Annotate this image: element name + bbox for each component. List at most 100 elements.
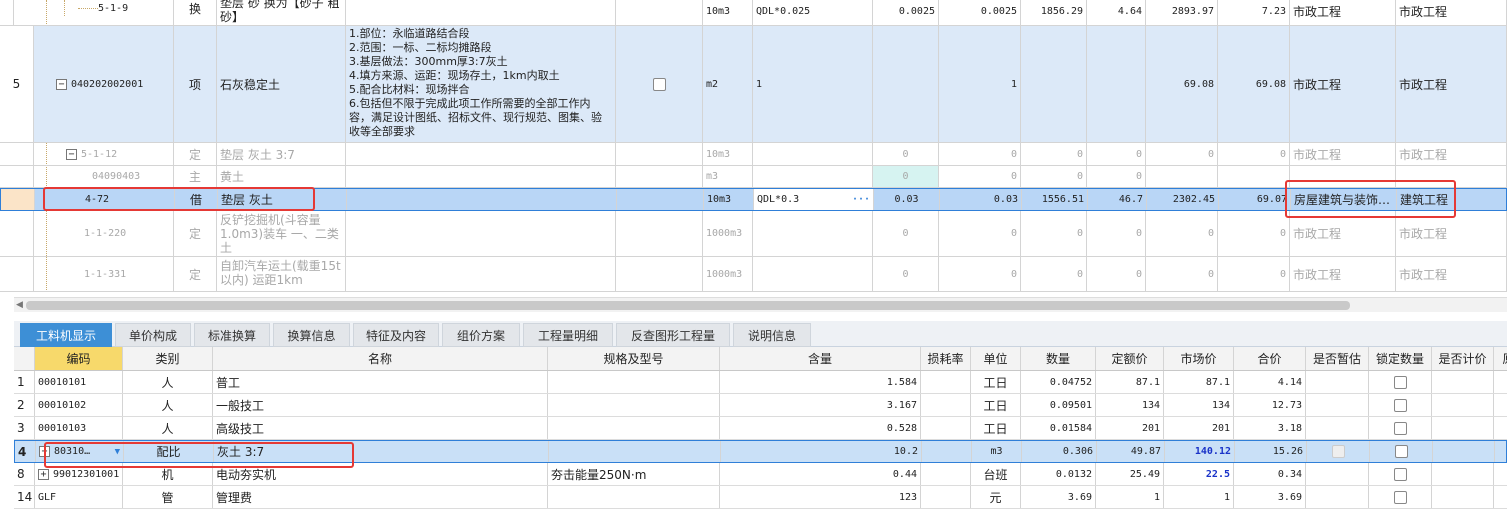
unit-cell[interactable]: 工日 xyxy=(971,371,1021,393)
lock-checkbox[interactable] xyxy=(1393,467,1407,481)
qty-expression-cell[interactable] xyxy=(753,257,873,291)
code-cell[interactable]: 04090403 xyxy=(34,166,174,187)
tab-pricing-scheme[interactable]: 组价方案 xyxy=(442,323,520,347)
lock-checkbox[interactable] xyxy=(1393,421,1407,435)
header-quota-price[interactable]: 定额价 xyxy=(1096,347,1164,370)
content-cell[interactable]: 1.584 xyxy=(720,371,921,393)
checkbox[interactable] xyxy=(652,77,666,91)
qty-cell[interactable]: 0.0025 xyxy=(873,0,939,25)
table-row[interactable]: 14 GLF 管 管理费 123 元 3.69 1 1 3.69 xyxy=(14,486,1507,509)
header-total[interactable]: 合价 xyxy=(1234,347,1306,370)
unit-cell[interactable]: m3 xyxy=(703,166,753,187)
quantity-cell[interactable]: 0.306 xyxy=(1022,441,1097,462)
item-name[interactable]: 垫层 灰土 xyxy=(218,189,347,210)
more-options-button[interactable]: ··· xyxy=(852,194,870,205)
item-name[interactable]: 垫层 砂 换为【砂子 粗砂】 xyxy=(217,0,346,25)
header-is-priced[interactable]: 是否计价 xyxy=(1432,347,1494,370)
code-cell[interactable]: 00010102 xyxy=(35,394,123,416)
header-market-price[interactable]: 市场价 xyxy=(1164,347,1234,370)
engineering-qty-cell[interactable]: 0.03 xyxy=(940,189,1022,210)
spec-cell[interactable] xyxy=(549,441,721,462)
table-row-disabled[interactable]: 1-1-220 定 反铲挖掘机(斗容量1.0m3)装车 一、二类土 1000m3… xyxy=(0,211,1507,257)
qty-cell[interactable]: 0 xyxy=(873,257,939,291)
specialty-cell[interactable] xyxy=(1290,166,1396,187)
tab-reverse-graphic-quantity[interactable]: 反查图形工程量 xyxy=(616,323,730,347)
unit-cell[interactable]: 10m3 xyxy=(703,143,753,165)
header-spec[interactable]: 规格及型号 xyxy=(548,347,720,370)
unit-cell[interactable]: 1000m3 xyxy=(703,257,753,291)
lock-cell[interactable] xyxy=(1370,441,1433,462)
header-is-provisional[interactable]: 是否暂估 xyxy=(1306,347,1369,370)
engineering-qty-cell[interactable]: 0 xyxy=(939,211,1021,256)
header-quantity[interactable]: 数量 xyxy=(1021,347,1096,370)
spec-cell[interactable] xyxy=(548,394,720,416)
engineering-qty-cell[interactable]: 1 xyxy=(939,26,1021,142)
horizontal-scrollbar[interactable]: ◀ xyxy=(14,297,1507,312)
item-name[interactable]: 垫层 灰土 3:7 xyxy=(217,143,346,165)
content-cell[interactable]: 3.167 xyxy=(720,394,921,416)
content-cell[interactable]: 10.2 xyxy=(721,441,922,462)
name-cell[interactable]: 普工 xyxy=(213,371,548,393)
quantity-cell[interactable]: 3.69 xyxy=(1021,486,1096,508)
loss-cell[interactable] xyxy=(921,463,971,485)
tab-conversion-info[interactable]: 换算信息 xyxy=(273,323,350,347)
tab-description[interactable]: 说明信息 xyxy=(733,323,811,347)
market-price-cell[interactable]: 22.5 xyxy=(1164,463,1234,485)
name-cell[interactable]: 电动夯实机 xyxy=(213,463,548,485)
header-unit[interactable]: 单位 xyxy=(971,347,1021,370)
dropdown-arrow-icon[interactable]: ▼ xyxy=(115,447,120,457)
pricing-specialty-cell[interactable]: 市政工程 xyxy=(1396,211,1507,256)
qty-expression-cell[interactable] xyxy=(753,166,873,187)
unit-cell[interactable]: 1000m3 xyxy=(703,211,753,256)
header-code[interactable]: 编码 xyxy=(35,347,123,370)
pricing-specialty-cell[interactable]: 市政工程 xyxy=(1396,0,1507,25)
item-name[interactable]: 自卸汽车运土(载重15t以内) 运距1km xyxy=(217,257,346,291)
checkbox-cell[interactable] xyxy=(616,26,703,142)
loss-cell[interactable] xyxy=(921,371,971,393)
table-row[interactable]: 3 00010103 人 高级技工 0.528 工日 0.01584 201 2… xyxy=(14,417,1507,440)
spec-cell[interactable] xyxy=(548,417,720,439)
item-name[interactable]: 黄土 xyxy=(217,166,346,187)
unit-cell[interactable]: 台班 xyxy=(971,463,1021,485)
unit-cell[interactable]: 10m3 xyxy=(703,0,753,25)
category-cell[interactable]: 人 xyxy=(123,371,213,393)
feature-cell[interactable] xyxy=(346,0,616,25)
item-name[interactable]: 石灰稳定土 xyxy=(217,26,346,142)
category-cell[interactable]: 人 xyxy=(123,417,213,439)
feature-cell[interactable] xyxy=(346,143,616,165)
category-cell[interactable]: 人 xyxy=(123,394,213,416)
code-cell[interactable]: 00010101 xyxy=(35,371,123,393)
name-cell[interactable]: 一般技工 xyxy=(213,394,548,416)
lock-checkbox[interactable] xyxy=(1393,490,1407,504)
table-row[interactable]: 1 00010101 人 普工 1.584 工日 0.04752 87.1 87… xyxy=(14,371,1507,394)
engineering-qty-cell[interactable]: 0.0025 xyxy=(939,0,1021,25)
pricing-specialty-cell[interactable]: 建筑工程 xyxy=(1397,189,1507,210)
header-loss-rate[interactable]: 损耗率 xyxy=(921,347,971,370)
code-cell[interactable]: +80310… ▼ xyxy=(36,441,124,462)
specialty-cell[interactable]: 市政工程 xyxy=(1290,143,1396,165)
market-price-cell[interactable]: 1 xyxy=(1164,486,1234,508)
loss-cell[interactable] xyxy=(922,441,972,462)
lock-checkbox[interactable] xyxy=(1393,375,1407,389)
tab-quantity-detail[interactable]: 工程量明细 xyxy=(523,323,613,347)
qty-expression-cell[interactable]: 1 xyxy=(753,26,873,142)
table-row-disabled[interactable]: − 5-1-12 定 垫层 灰土 3:7 10m3 0 0 0 0 0 0 市政… xyxy=(0,143,1507,166)
spec-cell[interactable] xyxy=(548,371,720,393)
feature-cell[interactable] xyxy=(346,211,616,256)
qty-cell[interactable]: 0 xyxy=(873,166,939,187)
feature-cell[interactable] xyxy=(347,189,617,210)
content-cell[interactable]: 0.44 xyxy=(720,463,921,485)
lock-checkbox[interactable] xyxy=(1394,445,1408,458)
quantity-cell[interactable]: 0.01584 xyxy=(1021,417,1096,439)
quantity-cell[interactable]: 0.09501 xyxy=(1021,394,1096,416)
code-cell[interactable]: − 040202002001 xyxy=(34,26,174,142)
table-row[interactable]: 2 00010102 人 一般技工 3.167 工日 0.09501 134 1… xyxy=(14,394,1507,417)
specialty-cell[interactable]: 市政工程 xyxy=(1290,257,1396,291)
lock-checkbox[interactable] xyxy=(1393,398,1407,412)
header-category[interactable]: 类别 xyxy=(123,347,213,370)
pricing-specialty-cell[interactable]: 市政工程 xyxy=(1396,26,1507,142)
code-cell[interactable]: 5-1-9 xyxy=(14,0,174,25)
feature-cell[interactable] xyxy=(346,257,616,291)
tab-features-content[interactable]: 特征及内容 xyxy=(353,323,439,347)
specialty-cell[interactable]: 市政工程 xyxy=(1290,0,1396,25)
